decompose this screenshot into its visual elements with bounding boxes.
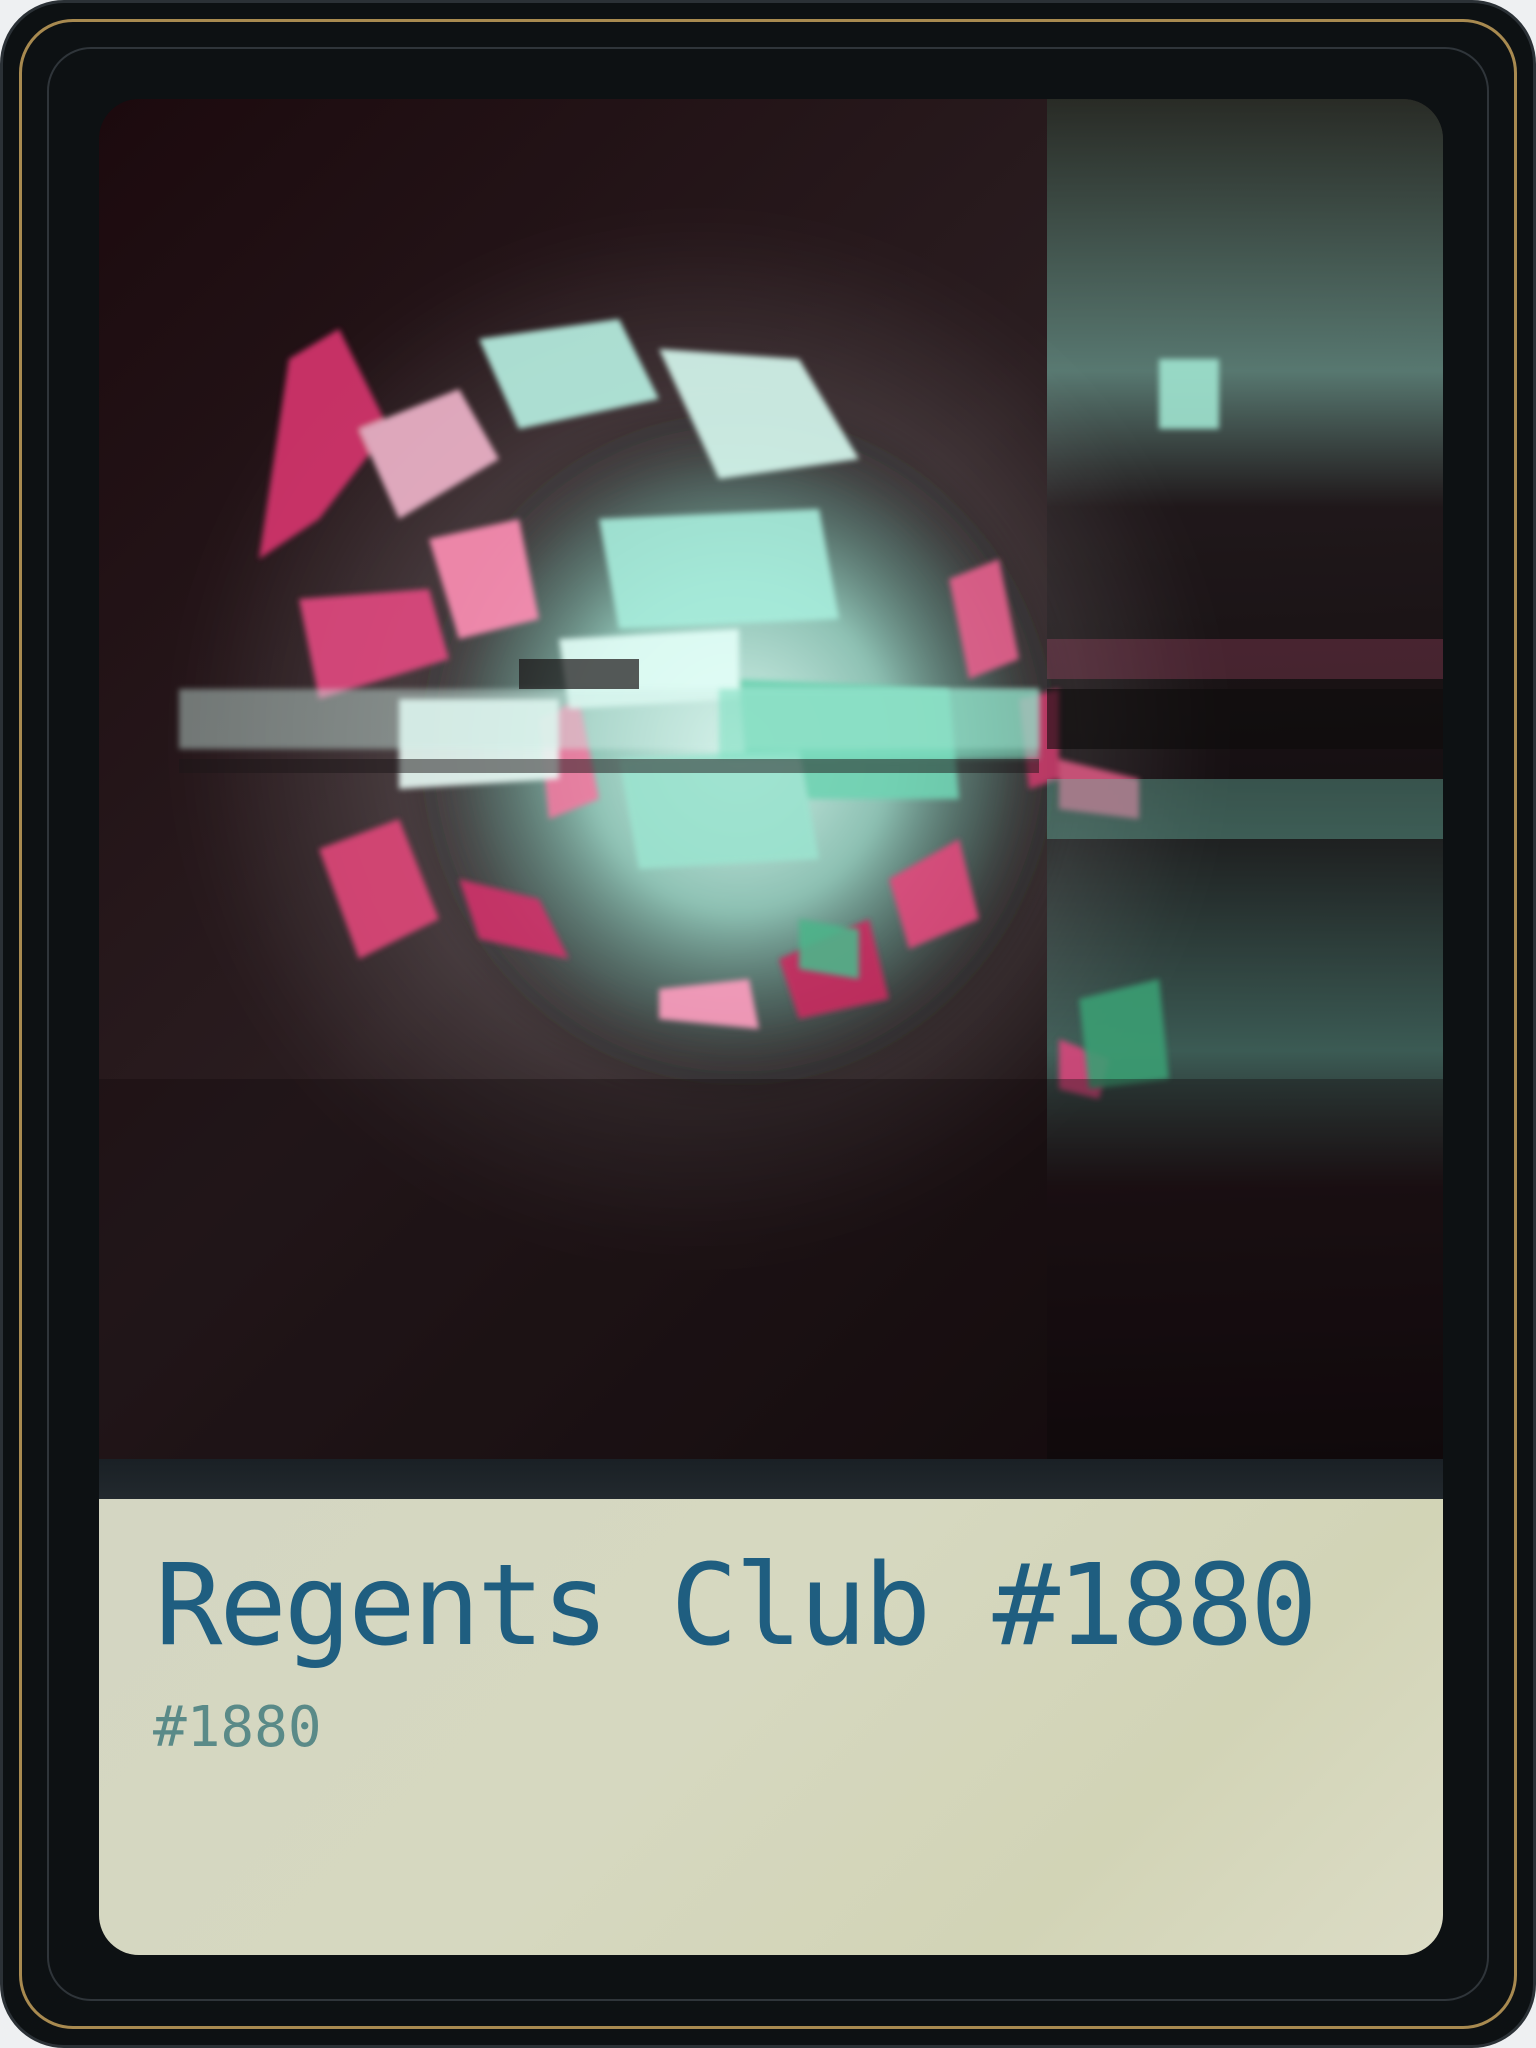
card-info-panel: Regents Club #1880 #1880 — [99, 1499, 1443, 1955]
nft-card[interactable]: Regents Club #1880 #1880 — [0, 0, 1536, 2048]
card-title: Regents Club #1880 — [155, 1541, 1318, 1671]
abstract-orb-artwork-image — [99, 99, 1443, 1459]
token-id: #1880 — [153, 1695, 322, 1760]
artwork-divider — [99, 1459, 1443, 1499]
nft-artwork[interactable] — [99, 99, 1443, 1459]
